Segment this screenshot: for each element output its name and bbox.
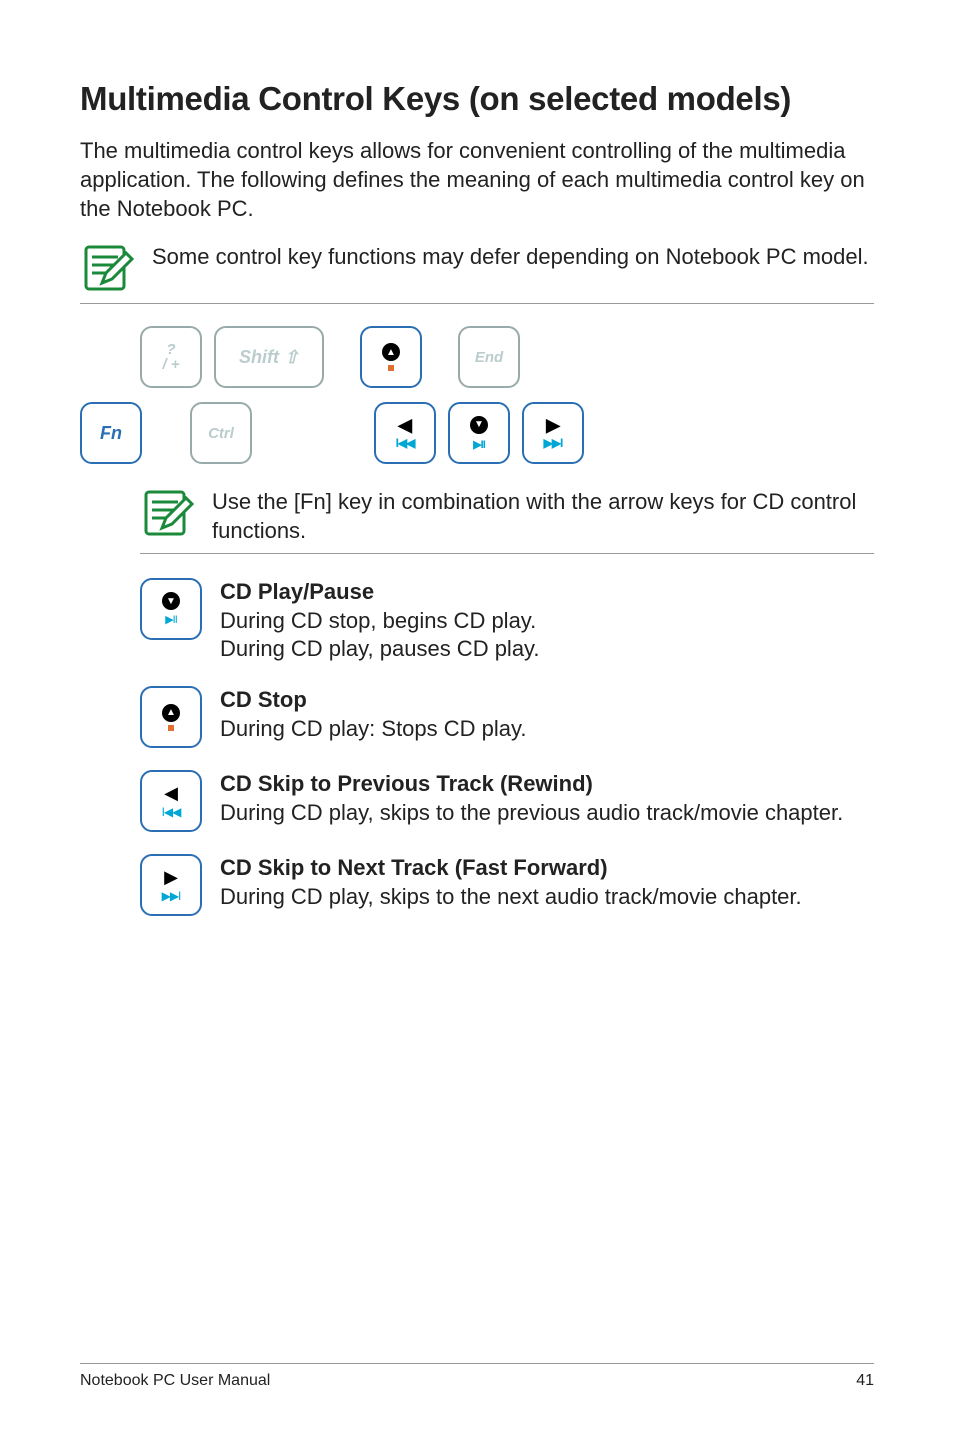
page-title: Multimedia Control Keys (on selected mod… — [80, 80, 874, 118]
footer-manual-title: Notebook PC User Manual — [80, 1372, 270, 1390]
stop-key-icon: ▲ — [140, 686, 202, 748]
prev-key-icon: ◀ І◀◀ — [140, 770, 202, 832]
func-line: During CD stop, begins CD play. — [220, 608, 536, 633]
func-stop: ▲ CD Stop During CD play: Stops CD play. — [140, 686, 874, 748]
note-text-2: Use the [Fn] key in combination with the… — [212, 486, 874, 545]
func-line: During CD play, skips to the previous au… — [220, 800, 843, 825]
key-arrow-down-play: ▼ ▶ІІ — [448, 402, 510, 464]
footer-page-number: 41 — [856, 1372, 874, 1390]
key-fn: Fn — [80, 402, 142, 464]
divider — [140, 553, 874, 554]
func-line: During CD play, pauses CD play. — [220, 636, 540, 661]
next-key-icon: ▶ ▶▶І — [140, 854, 202, 916]
func-line: During CD play: Stops CD play. — [220, 716, 527, 741]
note-block-1: Some control key functions may defer dep… — [80, 241, 874, 295]
notepad-icon — [140, 486, 194, 540]
key-arrow-left-prev: ◀ І◀◀ — [374, 402, 436, 464]
function-list: ▼ ▶ІІ CD Play/Pause During CD stop, begi… — [140, 578, 874, 916]
func-play-pause: ▼ ▶ІІ CD Play/Pause During CD stop, begi… — [140, 578, 874, 664]
func-line: During CD play, skips to the next audio … — [220, 884, 802, 909]
func-title: CD Play/Pause — [220, 579, 374, 604]
key-shift: Shift ⇧ — [214, 326, 324, 388]
func-text: CD Skip to Next Track (Fast Forward) Dur… — [220, 854, 802, 911]
note-text-1: Some control key functions may defer dep… — [152, 241, 869, 272]
func-title: CD Stop — [220, 687, 307, 712]
func-prev-track: ◀ І◀◀ CD Skip to Previous Track (Rewind)… — [140, 770, 874, 832]
func-title: CD Skip to Next Track (Fast Forward) — [220, 855, 608, 880]
key-arrow-up-stop: ▲ — [360, 326, 422, 388]
note-block-2: Use the [Fn] key in combination with the… — [140, 486, 874, 545]
func-next-track: ▶ ▶▶І CD Skip to Next Track (Fast Forwar… — [140, 854, 874, 916]
func-text: CD Stop During CD play: Stops CD play. — [220, 686, 527, 743]
func-text: CD Play/Pause During CD stop, begins CD … — [220, 578, 540, 664]
page-footer: Notebook PC User Manual 41 — [80, 1363, 874, 1390]
key-ctrl: Ctrl — [190, 402, 252, 464]
intro-paragraph: The multimedia control keys allows for c… — [80, 136, 874, 223]
divider — [80, 303, 874, 304]
func-text: CD Skip to Previous Track (Rewind) Durin… — [220, 770, 843, 827]
keyboard-diagram: ? / + Shift ⇧ ▲ End Fn Ctrl ◀ І◀◀ ▼ — [140, 326, 874, 464]
notepad-icon — [80, 241, 134, 295]
play-pause-key-icon: ▼ ▶ІІ — [140, 578, 202, 640]
key-slash: ? / + — [140, 326, 202, 388]
key-end: End — [458, 326, 520, 388]
func-title: CD Skip to Previous Track (Rewind) — [220, 771, 593, 796]
key-arrow-right-next: ▶ ▶▶І — [522, 402, 584, 464]
